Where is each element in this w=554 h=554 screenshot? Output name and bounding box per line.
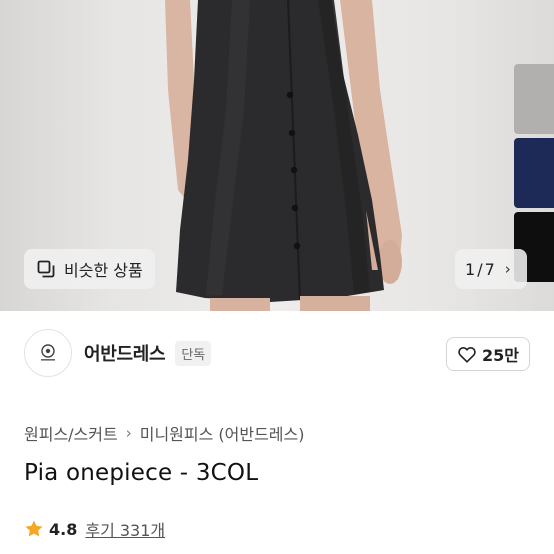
brand-like-button[interactable]: 25만	[446, 337, 530, 371]
rating-score: 4.8	[49, 519, 78, 539]
product-title: Pia onepiece - 3COL	[24, 460, 259, 486]
chevron-right-icon: ›	[125, 424, 132, 442]
image-counter-separator: /	[477, 259, 483, 279]
like-count: 25만	[482, 346, 519, 365]
chevron-right-icon: ›	[504, 260, 511, 278]
reviews-link[interactable]: 후기 331개	[85, 517, 165, 541]
breadcrumb: 원피스/스커트 › 미니원피스 (어반드레스)	[24, 421, 305, 445]
image-counter-total: 7	[484, 259, 495, 279]
similar-products-label: 비슷한 상품	[64, 261, 143, 280]
image-counter-current: 1	[465, 259, 476, 279]
rating-row: 4.8 후기 331개	[24, 517, 165, 541]
color-swatch-navy[interactable]	[514, 138, 554, 208]
image-counter[interactable]: 1 / 7 ›	[455, 249, 527, 289]
heart-icon	[458, 347, 476, 363]
brand-name[interactable]: 어반드레스	[84, 340, 166, 366]
brand-logo[interactable]	[24, 329, 72, 377]
brand-row[interactable]: 어반드레스 단독 25만	[24, 327, 530, 379]
exclusive-badge: 단독	[175, 340, 212, 366]
similar-products-button[interactable]: 비슷한 상품	[24, 249, 155, 289]
product-image-carousel[interactable]: 비슷한 상품 1 / 7 ›	[0, 0, 554, 311]
breadcrumb-subcategory[interactable]: 미니원피스 (어반드레스)	[140, 421, 305, 445]
color-swatch-gray[interactable]	[514, 64, 554, 134]
breadcrumb-category[interactable]: 원피스/스커트	[24, 421, 118, 445]
brand-emblem-icon	[41, 344, 55, 361]
copy-square-icon	[37, 260, 55, 278]
star-icon	[25, 520, 43, 537]
